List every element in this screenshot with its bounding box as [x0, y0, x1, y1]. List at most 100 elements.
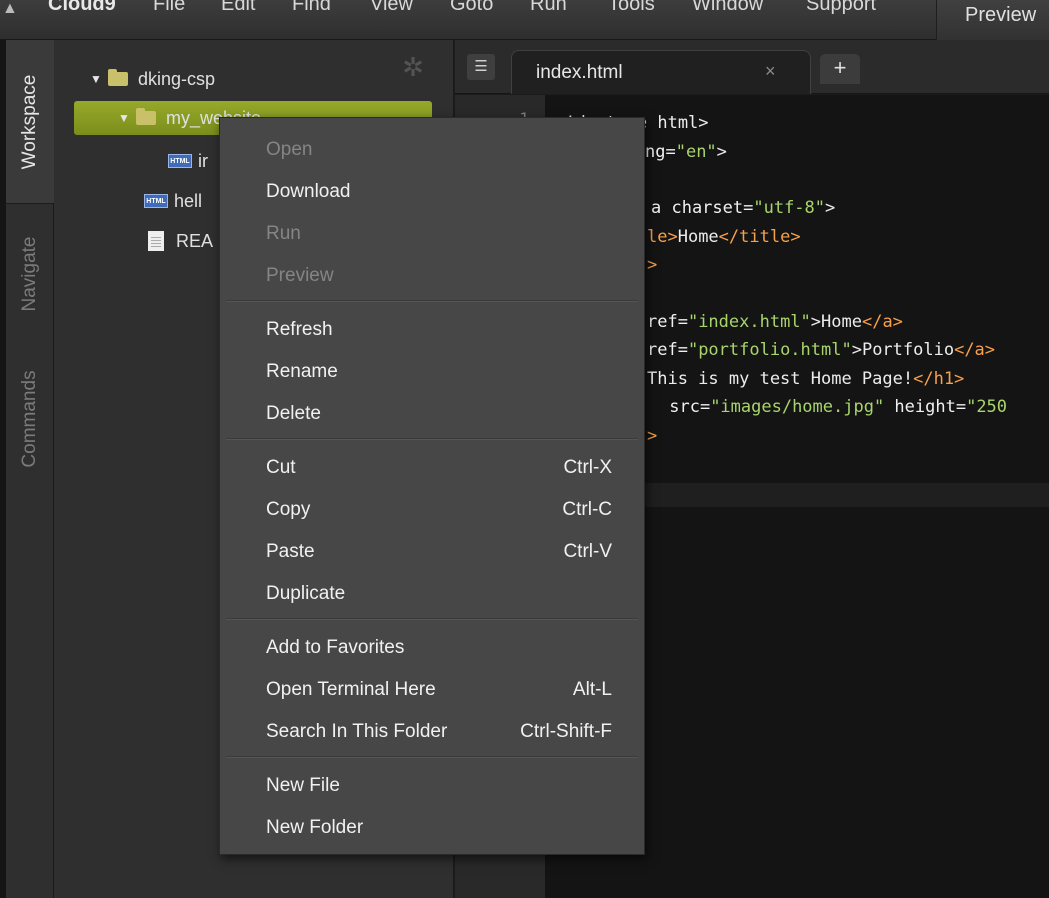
menu-item-download[interactable]: Download: [220, 172, 644, 210]
document-icon: [148, 231, 164, 251]
code-line: ref="portfolio.html">Portfolio</a>: [647, 340, 995, 360]
tab-commands[interactable]: Commands: [6, 340, 54, 498]
tab-index-html-label: index.html: [536, 62, 623, 83]
code-line: a charset="utf-8">: [651, 198, 835, 218]
html-file-icon: HTML: [168, 154, 192, 168]
html-file-icon: HTML: [144, 194, 168, 208]
menu-find[interactable]: Find: [292, 0, 331, 14]
menu-edit[interactable]: Edit: [221, 0, 255, 14]
tab-workspace-label: Workspace: [19, 74, 40, 169]
code-token: height=: [884, 397, 967, 417]
menu-file[interactable]: File: [153, 0, 185, 14]
expand-arrow-icon[interactable]: ▼: [90, 72, 108, 86]
code-token: "portfolio.html": [687, 340, 852, 360]
menu-item-rename[interactable]: Rename: [220, 352, 644, 390]
menu-item-duplicate[interactable]: Duplicate: [220, 574, 644, 612]
menu-item-new-folder-label: New Folder: [266, 817, 364, 838]
code-line: >: [647, 426, 657, 446]
menu-overflow-arrow-icon[interactable]: ▲: [2, 0, 18, 18]
menu-item-paste[interactable]: Paste Ctrl-V: [220, 532, 644, 570]
code-token: </a>: [954, 340, 996, 360]
tree-item-root-label: dking-csp: [138, 68, 216, 89]
tree-item-readme[interactable]: REA: [148, 224, 213, 258]
tree-item-hello[interactable]: HTML hell: [144, 184, 202, 218]
code-token: >Home: [810, 312, 862, 332]
code-token: src=: [659, 397, 711, 417]
menu-item-paste-shortcut: Ctrl-V: [563, 541, 612, 562]
menu-item-search-folder-shortcut: Ctrl-Shift-F: [520, 721, 612, 742]
code-token: </title>: [718, 227, 801, 247]
context-menu: Open Download Run Preview Refresh Rename…: [219, 117, 645, 855]
side-tab-strip: Workspace Navigate Commands: [0, 40, 54, 898]
menu-view[interactable]: View: [370, 0, 413, 14]
menu-item-cut-shortcut: Ctrl-X: [563, 457, 612, 478]
code-line: This is my test Home Page!</h1>: [647, 369, 964, 389]
menu-item-cut-label: Cut: [266, 457, 296, 478]
tree-item-hello-label: hell: [174, 190, 203, 211]
menu-item-open-terminal-shortcut: Alt-L: [572, 679, 612, 700]
menu-item-delete[interactable]: Delete: [220, 394, 644, 432]
code-token: >: [647, 255, 658, 275]
menu-item-new-folder[interactable]: New Folder: [220, 808, 644, 846]
folder-icon: [108, 69, 128, 86]
code-token: </h1>: [913, 369, 965, 389]
menu-run[interactable]: Run: [530, 0, 567, 14]
code-token: >: [716, 142, 727, 162]
menu-item-download-label: Download: [266, 181, 351, 202]
menu-item-new-file[interactable]: New File: [220, 766, 644, 804]
menu-item-add-favorites[interactable]: Add to Favorites: [220, 628, 644, 666]
menu-item-add-favorites-label: Add to Favorites: [266, 637, 405, 658]
menu-item-open-label: Open: [266, 139, 313, 160]
menu-separator: [226, 300, 638, 302]
code-token: Home: [677, 227, 719, 247]
folder-icon: [136, 108, 156, 125]
tab-list-icon[interactable]: ☰: [467, 54, 495, 80]
menu-item-preview-label: Preview: [266, 265, 334, 286]
menu-item-delete-label: Delete: [266, 403, 321, 424]
code-token: ref=: [647, 312, 688, 332]
tab-commands-label: Commands: [19, 370, 40, 468]
menu-cloud9[interactable]: Cloud9: [48, 0, 116, 14]
code-line: src="images/home.jpg" height="250: [659, 397, 1007, 417]
menu-tools[interactable]: Tools: [608, 0, 655, 14]
menu-item-run[interactable]: Run: [220, 214, 644, 252]
gear-icon[interactable]: ✲: [400, 54, 426, 80]
menu-window[interactable]: Window: [692, 0, 763, 14]
menu-item-refresh-label: Refresh: [266, 319, 333, 340]
menu-item-open[interactable]: Open: [220, 130, 644, 168]
menu-item-search-folder[interactable]: Search In This Folder Ctrl-Shift-F: [220, 712, 644, 750]
menu-item-cut[interactable]: Cut Ctrl-X: [220, 448, 644, 486]
menu-item-copy[interactable]: Copy Ctrl-C: [220, 490, 644, 528]
menu-item-open-terminal[interactable]: Open Terminal Here Alt-L: [220, 670, 644, 708]
code-token: "en": [675, 142, 717, 162]
close-icon[interactable]: ×: [765, 61, 776, 82]
menu-goto[interactable]: Goto: [450, 0, 493, 14]
code-line: ref="index.html">Home</a>: [647, 312, 903, 332]
code-line: >: [647, 255, 657, 275]
expand-arrow-icon[interactable]: ▼: [118, 111, 136, 125]
menu-support[interactable]: Support: [806, 0, 876, 14]
menu-item-duplicate-label: Duplicate: [266, 583, 346, 604]
code-token: >: [647, 426, 658, 446]
code-line: le>Home</title>: [647, 227, 801, 247]
tree-item-index-html[interactable]: HTML ir: [168, 144, 208, 178]
code-token: >Portfolio: [851, 340, 955, 360]
add-tab-button[interactable]: +: [820, 54, 860, 84]
tree-item-root[interactable]: ▼ dking-csp: [90, 62, 215, 96]
tab-navigate[interactable]: Navigate: [6, 212, 54, 336]
tab-workspace[interactable]: Workspace: [6, 40, 54, 204]
menu-item-refresh[interactable]: Refresh: [220, 310, 644, 348]
preview-label: Preview: [965, 4, 1037, 26]
menu-item-open-terminal-label: Open Terminal Here: [266, 679, 436, 700]
menu-item-paste-label: Paste: [266, 541, 315, 562]
menu-item-run-label: Run: [266, 223, 301, 244]
menu-item-search-folder-label: Search In This Folder: [266, 721, 448, 742]
preview-button[interactable]: Preview: [936, 0, 1049, 40]
code-token: "utf-8": [753, 198, 826, 218]
menu-bar: ▲ Cloud9 File Edit Find View Goto Run To…: [0, 0, 1049, 40]
code-token: "images/home.jpg": [710, 397, 885, 417]
code-token: "index.html": [687, 312, 811, 332]
menu-item-preview[interactable]: Preview: [220, 256, 644, 294]
code-token: >: [825, 198, 836, 218]
tab-index-html[interactable]: index.html ×: [511, 50, 811, 94]
